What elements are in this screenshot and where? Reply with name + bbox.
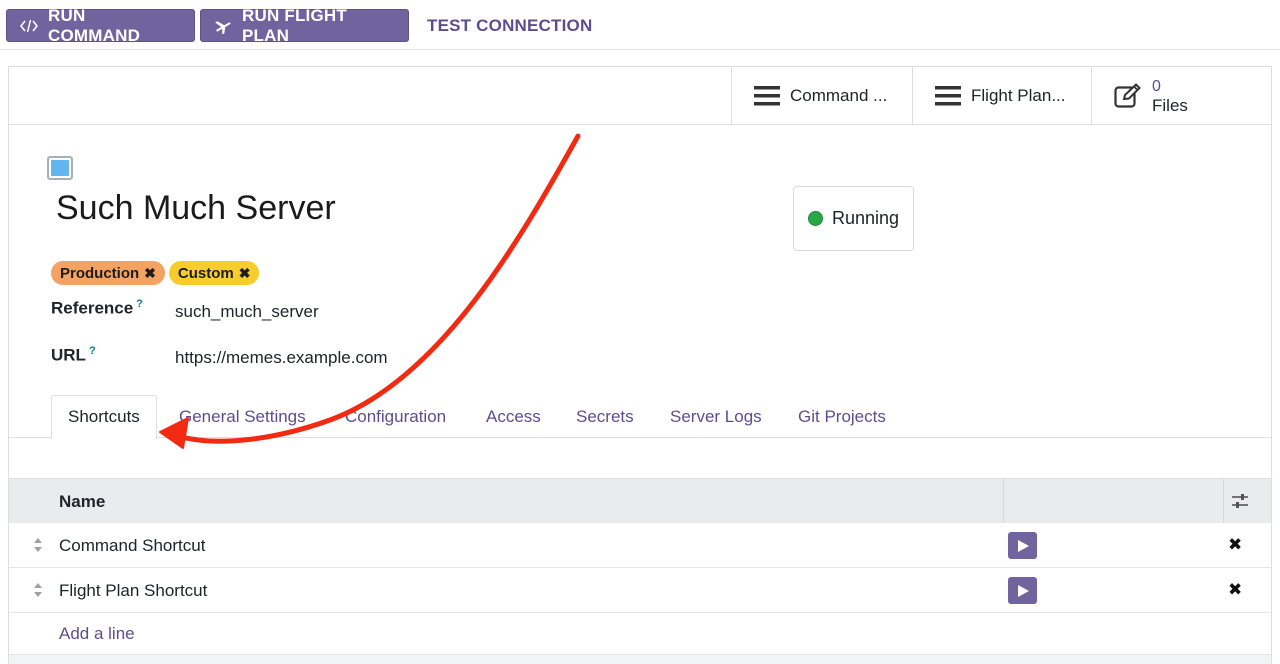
files-count: 0 [1152,77,1161,95]
sliders-icon[interactable] [1231,492,1249,510]
command-stat-label: Command ... [790,85,888,105]
add-line-row: Add a line [9,613,1271,655]
play-icon [1017,539,1029,552]
tab-git-projects[interactable]: Git Projects [782,395,902,438]
smart-button-box: Command ... Flight Plan... 0 Files [9,67,1271,125]
tag-custom: Custom ✖ [168,261,260,285]
status-dot-icon [807,211,823,226]
help-icon[interactable]: ? [136,298,143,310]
play-button[interactable] [1008,532,1037,559]
tab-configuration[interactable]: Configuration [329,395,462,438]
tag-production: Production ✖ [51,261,165,285]
table-row[interactable]: Flight Plan Shortcut ✖ [9,568,1271,613]
column-divider [1003,479,1004,524]
run-command-button[interactable]: RUN COMMAND [6,6,195,45]
color-swatch [51,160,69,176]
tag-label: Custom [177,264,234,282]
edit-icon [1114,82,1141,108]
run-flight-plan-button[interactable]: RUN FLIGHT PLAN [200,6,409,45]
command-stat-button[interactable]: Command ... [731,67,912,124]
table-footer [9,655,1271,664]
url-value[interactable]: https://memes.example.com [175,348,388,368]
record-title: Such Much Server [56,189,336,227]
flight-plan-stat-label: Flight Plan... [971,85,1066,105]
tab-server-logs[interactable]: Server Logs [654,395,778,438]
run-flight-plan-label: RUN FLIGHT PLAN [242,5,347,45]
table-row[interactable]: Command Shortcut ✖ [9,523,1271,568]
sort-handle-icon[interactable] [33,582,43,598]
add-line-link[interactable]: Add a line [59,613,135,655]
help-icon[interactable]: ? [89,345,96,357]
play-button[interactable] [1008,577,1037,604]
tab-access[interactable]: Access [470,395,557,438]
delete-row-icon[interactable]: ✖ [1228,580,1242,600]
delete-row-icon[interactable]: ✖ [1228,535,1242,555]
form-sheet: Command ... Flight Plan... 0 Files Such [8,66,1272,664]
files-label: Files [1152,95,1188,115]
table-header: Name [9,478,1271,524]
tab-shortcuts[interactable]: Shortcuts [51,395,157,439]
play-icon [1017,584,1029,597]
column-header-name[interactable]: Name [59,479,105,524]
reference-value[interactable]: such_much_server [175,302,319,322]
shortcut-name[interactable]: Command Shortcut [59,523,205,568]
files-stat-button[interactable]: 0 Files [1091,67,1271,124]
tab-general-settings[interactable]: General Settings [163,395,322,438]
status-label: Running [831,208,900,228]
files-stat-text: 0 Files [1152,77,1188,115]
close-icon[interactable]: ✖ [239,265,251,282]
tags-field: Production ✖ Custom ✖ [51,261,260,285]
flight-plan-stat-button[interactable]: Flight Plan... [912,67,1092,124]
bars-icon [935,85,961,105]
shortcut-name[interactable]: Flight Plan Shortcut [59,568,207,613]
sort-handle-icon[interactable] [33,537,43,553]
column-divider [1223,479,1224,524]
color-picker[interactable] [47,156,73,180]
test-connection-button[interactable]: TEST CONNECTION [427,9,592,42]
url-label: URL? [51,345,96,365]
shortcuts-table: Name Command Shortcut ✖ Flight Plan Shor… [9,478,1271,664]
notebook-tabs: Shortcuts General Settings Configuration… [9,395,1271,439]
close-icon[interactable]: ✖ [144,265,156,282]
bars-icon [754,85,780,105]
action-bar: RUN COMMAND RUN FLIGHT PLAN TEST CONNECT… [0,0,1280,50]
status-badge: Running [793,186,914,251]
code-icon [20,19,38,32]
tag-label: Production [60,264,140,282]
tab-secrets[interactable]: Secrets [560,395,650,438]
reference-label: Reference? [51,298,143,318]
run-command-label: RUN COMMAND [48,5,141,45]
plane-icon [215,20,231,34]
